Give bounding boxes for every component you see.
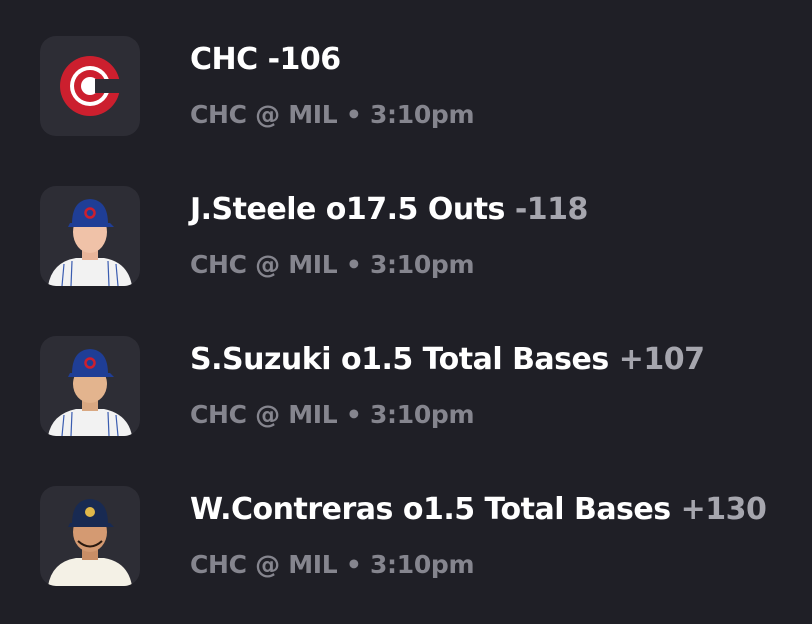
game-time: 3:10pm — [369, 400, 475, 429]
game-time: 3:10pm — [369, 250, 475, 279]
game-info: CHC @ MIL • 3:10pm — [190, 400, 475, 429]
bet-row-contreras[interactable]: W.Contreras o1.5 Total Bases +130 CHC @ … — [0, 450, 812, 600]
bet-title: S.Suzuki o1.5 Total Bases +107 — [190, 342, 705, 377]
bet-selection: J.Steele o17.5 Outs — [190, 192, 505, 227]
player-headshot-steele — [40, 186, 140, 286]
game-info: CHC @ MIL • 3:10pm — [190, 550, 475, 579]
bet-row-steele[interactable]: J.Steele o17.5 Outs -118 CHC @ MIL • 3:1… — [0, 150, 812, 300]
game-info: CHC @ MIL • 3:10pm — [190, 100, 475, 129]
game-info: CHC @ MIL • 3:10pm — [190, 250, 475, 279]
matchup: CHC @ MIL — [190, 250, 338, 279]
matchup: CHC @ MIL — [190, 550, 338, 579]
bet-selection: S.Suzuki o1.5 Total Bases — [190, 342, 609, 377]
player-headshot-suzuki — [40, 336, 140, 436]
bet-title: J.Steele o17.5 Outs -118 — [190, 192, 588, 227]
separator-dot: • — [345, 250, 362, 279]
game-time: 3:10pm — [369, 550, 475, 579]
bet-list: CHC -106 CHC @ MIL • 3:10pm J.Steele o17… — [0, 0, 812, 624]
bet-row-chc-moneyline[interactable]: CHC -106 CHC @ MIL • 3:10pm — [0, 0, 812, 150]
bet-selection: W.Contreras o1.5 Total Bases — [190, 492, 671, 527]
bet-selection: CHC — [190, 42, 258, 77]
bet-title: CHC -106 — [190, 42, 341, 77]
separator-dot: • — [345, 100, 362, 129]
separator-dot: • — [345, 550, 362, 579]
separator-dot: • — [345, 400, 362, 429]
matchup: CHC @ MIL — [190, 100, 338, 129]
bet-row-suzuki[interactable]: S.Suzuki o1.5 Total Bases +107 CHC @ MIL… — [0, 300, 812, 450]
matchup: CHC @ MIL — [190, 400, 338, 429]
cubs-logo-icon — [40, 36, 140, 136]
bet-odds: +130 — [680, 492, 767, 527]
player-headshot-contreras — [40, 486, 140, 586]
bet-odds: -106 — [267, 42, 342, 77]
game-time: 3:10pm — [369, 100, 475, 129]
bet-title: W.Contreras o1.5 Total Bases +130 — [190, 492, 767, 527]
bet-odds: +107 — [618, 342, 705, 377]
bet-odds: -118 — [514, 192, 589, 227]
